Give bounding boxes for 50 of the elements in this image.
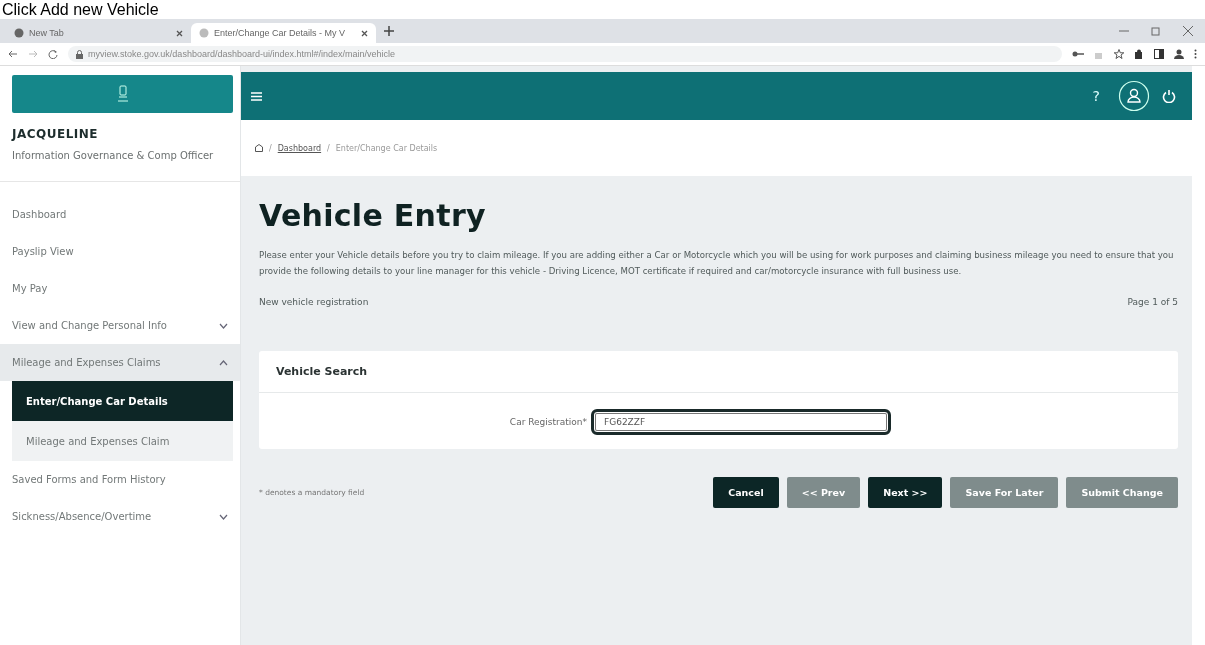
reload-icon[interactable] [48, 49, 58, 59]
lock-icon [76, 49, 83, 59]
address-bar[interactable]: myview.stoke.gov.uk/dashboard/dashboard-ui/index.html#/index/main/vehicle [68, 46, 1062, 62]
section-subtitle: New vehicle registration [259, 297, 369, 307]
key-icon[interactable] [1072, 49, 1084, 59]
sidebar-item[interactable]: My Pay [0, 270, 240, 307]
registration-field[interactable]: FG62ZZF [591, 409, 891, 435]
breadcrumb-separator: / [269, 143, 272, 153]
user-role: Information Governance & Comp Officer [12, 149, 215, 163]
sidebar-item[interactable]: Dashboard [0, 196, 240, 233]
restore-icon[interactable] [1151, 26, 1161, 36]
caption-text: Click Add new Vehicle [2, 1, 159, 18]
description: Please enter your Vehicle details before you try to claim mileage. If you are adding either a Car or Motorcycle which you will be using for work purposes and claiming business mileage you need to ensure that you provide the following details to your line manager for this vehicle - Driving Licence, MOT certificate if required and car/motorcycle insurance with full business use. [259, 249, 1175, 278]
browser-tab[interactable]: Enter/Change Car Details - My V [191, 23, 376, 43]
sidebar-subitem[interactable]: Enter/Change Car Details [12, 381, 233, 421]
close-icon[interactable] [176, 29, 183, 37]
sidebar-icon[interactable] [1154, 49, 1164, 59]
sidebar-item[interactable]: Mileage and Expenses Claims [0, 344, 240, 381]
user-name: JACQUELINE [12, 127, 100, 141]
profile-icon[interactable] [1174, 49, 1184, 59]
breadcrumb-link[interactable]: Dashboard [277, 143, 322, 153]
back-icon[interactable] [8, 49, 18, 59]
sidebar-item[interactable]: Sickness/Absence/Overtime [0, 498, 240, 535]
power-icon[interactable] [1162, 89, 1176, 103]
star-icon[interactable] [1114, 49, 1124, 59]
more-icon[interactable] [1194, 49, 1197, 59]
page-title: Vehicle Entry [259, 198, 487, 233]
sidebar-item[interactable]: Payslip View [0, 233, 240, 270]
menu-icon[interactable] [251, 91, 262, 101]
form-button[interactable]: Next >> [868, 477, 943, 508]
breadcrumb-separator: / [327, 143, 330, 153]
form-button[interactable]: Cancel [713, 477, 779, 508]
profile-icon[interactable] [1118, 80, 1150, 112]
close-icon[interactable] [361, 29, 368, 37]
new-tab-icon[interactable] [384, 26, 394, 36]
sidebar-subitem[interactable]: Mileage and Expenses Claim [12, 421, 233, 461]
browser-tab[interactable]: New Tab [6, 23, 191, 43]
page-indicator: Page 1 of 5 [1127, 297, 1178, 307]
field-label: Car Registration* [508, 417, 588, 427]
close-icon[interactable] [1183, 26, 1193, 36]
chevron-down-icon [219, 322, 228, 329]
sidebar-item[interactable]: Saved Forms and Form History [0, 461, 240, 498]
crest-icon [116, 85, 129, 103]
card-title: Vehicle Search [259, 351, 1178, 393]
help-button[interactable]: ? [1086, 87, 1106, 105]
chevron-up-icon [219, 359, 228, 366]
sidebar-item[interactable]: View and Change Personal Info [0, 307, 240, 344]
home-icon[interactable] [255, 144, 263, 152]
breadcrumb-current: Enter/Change Car Details [335, 143, 438, 153]
chevron-down-icon [219, 513, 228, 520]
